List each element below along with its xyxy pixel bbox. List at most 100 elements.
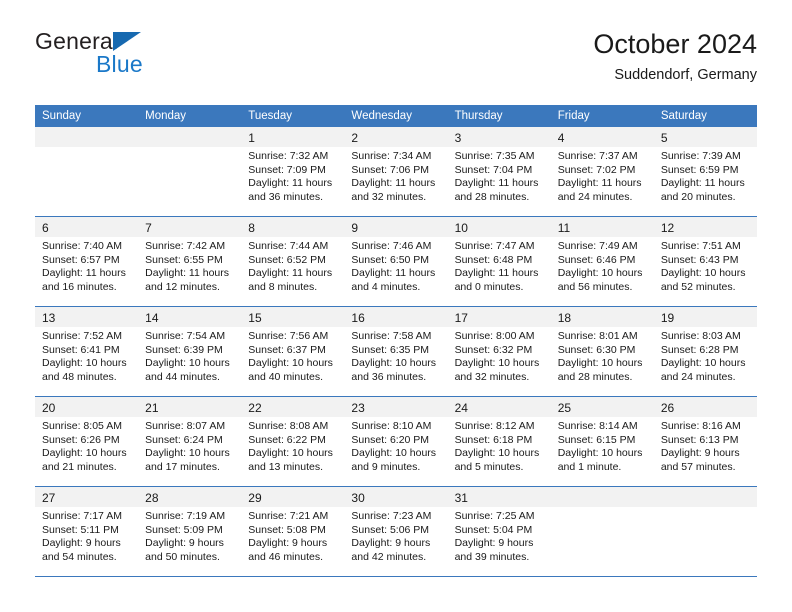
- calendar-day-cell[interactable]: 3 Sunrise: 7:35 AM Sunset: 7:04 PM Daylight…: [447, 127, 551, 217]
- calendar-day-cell[interactable]: 25 Sunrise: 8:14 AM Sunset: 6:15 PM Dayligh…: [550, 396, 654, 487]
- day-cell-inner: 11 Sunrise: 7:49 AM Sunset: 6:46 PM Dayligh…: [550, 217, 654, 306]
- calendar-day-cell[interactable]: 29 Sunrise: 7:21 AM Sunset: 5:08 PM Dayligh…: [241, 486, 345, 577]
- daylight-duration-line1: Daylight: 10 hours: [660, 357, 746, 370]
- calendar-day-cell[interactable]: 10 Sunrise: 7:47 AM Sunset: 6:48 PM Dayligh…: [447, 216, 551, 307]
- calendar-day-cell[interactable]: 26 Sunrise: 8:16 AM Sunset: 6:13 PM Dayligh…: [653, 396, 757, 487]
- day-number: 7: [138, 217, 242, 237]
- day-number: 30: [344, 487, 448, 507]
- day-cell-inner: [550, 487, 654, 576]
- calendar-day-cell[interactable]: 21 Sunrise: 8:07 AM Sunset: 6:24 PM Dayligh…: [138, 396, 242, 487]
- day-cell-inner: [138, 127, 242, 216]
- day-cell-inner: 23 Sunrise: 8:10 AM Sunset: 6:20 PM Dayligh…: [344, 397, 448, 486]
- calendar-day-cell[interactable]: 20 Sunrise: 8:05 AM Sunset: 6:26 PM Dayligh…: [35, 396, 139, 487]
- day-details: Sunrise: 7:54 AM Sunset: 6:39 PM Daylight:…: [138, 327, 241, 384]
- sunrise-time: Sunrise: 7:40 AM: [42, 240, 122, 252]
- daylight-duration-line2: and 21 minutes.: [42, 460, 117, 473]
- calendar-day-cell[interactable]: 24 Sunrise: 8:12 AM Sunset: 6:18 PM Dayligh…: [447, 396, 551, 487]
- daylight-duration-line2: and 32 minutes.: [351, 190, 427, 203]
- day-details: Sunrise: 7:47 AM Sunset: 6:48 PM Daylight:…: [448, 237, 551, 294]
- sunrise-time: Sunrise: 8:08 AM: [248, 420, 329, 432]
- day-details: Sunrise: 8:05 AM Sunset: 6:26 PM Daylight:…: [35, 417, 138, 474]
- calendar-day-cell[interactable]: 5 Sunrise: 7:39 AM Sunset: 6:59 PM Daylight…: [653, 127, 757, 217]
- calendar-day-cell[interactable]: 17 Sunrise: 8:00 AM Sunset: 6:32 PM Dayligh…: [447, 306, 551, 397]
- daylight-duration-line1: Daylight: 11 hours: [248, 267, 333, 280]
- daylight-duration-line1: Daylight: 10 hours: [248, 447, 333, 460]
- calendar-day-cell[interactable]: 28 Sunrise: 7:19 AM Sunset: 5:09 PM Dayligh…: [138, 486, 242, 577]
- day-details: Sunrise: 7:52 AM Sunset: 6:41 PM Daylight:…: [35, 327, 138, 384]
- sunset-time: Sunset: 6:39 PM: [145, 343, 223, 356]
- sunrise-time: Sunrise: 7:32 AM: [248, 150, 329, 162]
- calendar-day-cell[interactable]: 31 Sunrise: 7:25 AM Sunset: 5:04 PM Dayligh…: [447, 486, 551, 577]
- calendar-day-cell[interactable]: 11 Sunrise: 7:49 AM Sunset: 6:46 PM Dayligh…: [550, 216, 654, 307]
- daylight-duration-line1: Daylight: 9 hours: [454, 537, 534, 550]
- day-cell-inner: 16 Sunrise: 7:58 AM Sunset: 6:35 PM Dayligh…: [344, 307, 448, 396]
- day-cell-inner: 13 Sunrise: 7:52 AM Sunset: 6:41 PM Dayligh…: [35, 307, 139, 396]
- sunrise-time: Sunrise: 7:39 AM: [660, 150, 741, 162]
- sunrise-time: Sunrise: 7:34 AM: [351, 150, 432, 162]
- sunset-time: Sunset: 6:30 PM: [557, 343, 636, 356]
- day-number: 3: [447, 127, 551, 147]
- sunrise-time: Sunrise: 7:21 AM: [248, 510, 329, 522]
- weekday-header-tuesday: Tuesday: [241, 105, 345, 127]
- weekday-header-thursday: Thursday: [447, 105, 551, 127]
- day-details: Sunrise: 7:46 AM Sunset: 6:50 PM Daylight:…: [344, 237, 447, 294]
- general-blue-logo[interactable]: General Blue: [35, 28, 235, 88]
- calendar-day-cell[interactable]: 23 Sunrise: 8:10 AM Sunset: 6:20 PM Dayligh…: [344, 396, 448, 487]
- calendar-day-cell[interactable]: 30 Sunrise: 7:23 AM Sunset: 5:06 PM Dayligh…: [344, 486, 448, 577]
- day-cell-inner: 25 Sunrise: 8:14 AM Sunset: 6:15 PM Dayligh…: [550, 397, 654, 486]
- day-number: [550, 487, 654, 507]
- day-number: 20: [35, 397, 139, 417]
- day-number: 29: [241, 487, 345, 507]
- day-details: Sunrise: 7:40 AM Sunset: 6:57 PM Daylight:…: [35, 237, 138, 294]
- day-cell-inner: 21 Sunrise: 8:07 AM Sunset: 6:24 PM Dayligh…: [138, 397, 242, 486]
- daylight-duration-line1: Daylight: 9 hours: [660, 447, 740, 460]
- calendar-day-cell[interactable]: 22 Sunrise: 8:08 AM Sunset: 6:22 PM Dayligh…: [241, 396, 345, 487]
- calendar-week-row: 13 Sunrise: 7:52 AM Sunset: 6:41 PM Dayligh…: [35, 306, 757, 397]
- day-number: 9: [344, 217, 448, 237]
- calendar-day-cell[interactable]: 1 Sunrise: 7:32 AM Sunset: 7:09 PM Daylight…: [241, 127, 345, 217]
- day-number: 27: [35, 487, 139, 507]
- day-cell-inner: 15 Sunrise: 7:56 AM Sunset: 6:37 PM Dayligh…: [241, 307, 345, 396]
- calendar-day-cell[interactable]: 12 Sunrise: 7:51 AM Sunset: 6:43 PM Dayligh…: [653, 216, 757, 307]
- calendar-day-cell[interactable]: 9 Sunrise: 7:46 AM Sunset: 6:50 PM Daylight…: [344, 216, 448, 307]
- calendar-day-cell[interactable]: 2 Sunrise: 7:34 AM Sunset: 7:06 PM Daylight…: [344, 127, 448, 217]
- day-details: Sunrise: 7:44 AM Sunset: 6:52 PM Daylight:…: [241, 237, 344, 294]
- sunset-time: Sunset: 5:04 PM: [454, 523, 533, 536]
- calendar-day-cell[interactable]: 4 Sunrise: 7:37 AM Sunset: 7:02 PM Daylight…: [550, 127, 654, 217]
- day-number: 31: [447, 487, 551, 507]
- day-number: 26: [653, 397, 757, 417]
- day-cell-inner: 9 Sunrise: 7:46 AM Sunset: 6:50 PM Daylight…: [344, 217, 448, 306]
- calendar-day-cell[interactable]: 6 Sunrise: 7:40 AM Sunset: 6:57 PM Daylight…: [35, 216, 139, 307]
- sunrise-time: Sunrise: 7:52 AM: [42, 330, 122, 342]
- day-cell-inner: 5 Sunrise: 7:39 AM Sunset: 6:59 PM Daylight…: [653, 127, 757, 216]
- page-title: October 2024: [593, 29, 757, 59]
- daylight-duration-line2: and 8 minutes.: [248, 280, 318, 293]
- calendar-day-cell[interactable]: 18 Sunrise: 8:01 AM Sunset: 6:30 PM Dayligh…: [550, 306, 654, 397]
- calendar-day-cell[interactable]: 8 Sunrise: 7:44 AM Sunset: 6:52 PM Daylight…: [241, 216, 345, 307]
- calendar-day-cell[interactable]: 27 Sunrise: 7:17 AM Sunset: 5:11 PM Dayligh…: [35, 486, 139, 577]
- day-number: 14: [138, 307, 242, 327]
- day-details: Sunrise: 7:19 AM Sunset: 5:09 PM Daylight:…: [138, 507, 241, 564]
- calendar-day-cell[interactable]: 16 Sunrise: 7:58 AM Sunset: 6:35 PM Dayligh…: [344, 306, 448, 397]
- day-details: Sunrise: 7:17 AM Sunset: 5:11 PM Daylight:…: [35, 507, 138, 564]
- day-number: [138, 127, 242, 147]
- day-details: Sunrise: 7:23 AM Sunset: 5:06 PM Daylight:…: [344, 507, 447, 564]
- sunrise-time: Sunrise: 7:23 AM: [351, 510, 432, 522]
- day-details: Sunrise: 8:08 AM Sunset: 6:22 PM Daylight:…: [241, 417, 344, 474]
- sunset-time: Sunset: 7:04 PM: [454, 163, 533, 176]
- day-details: [138, 147, 241, 150]
- day-details: Sunrise: 7:39 AM Sunset: 6:59 PM Daylight:…: [654, 147, 757, 204]
- day-details: Sunrise: 7:49 AM Sunset: 6:46 PM Daylight:…: [551, 237, 654, 294]
- page-subtitle: Suddendorf, Germany: [614, 67, 757, 83]
- daylight-duration-line1: Daylight: 10 hours: [660, 267, 746, 280]
- calendar-day-cell[interactable]: 14 Sunrise: 7:54 AM Sunset: 6:39 PM Dayligh…: [138, 306, 242, 397]
- day-cell-inner: 20 Sunrise: 8:05 AM Sunset: 6:26 PM Dayligh…: [35, 397, 139, 486]
- calendar-day-cell[interactable]: 19 Sunrise: 8:03 AM Sunset: 6:28 PM Dayligh…: [653, 306, 757, 397]
- calendar-day-cell[interactable]: 7 Sunrise: 7:42 AM Sunset: 6:55 PM Daylight…: [138, 216, 242, 307]
- daylight-duration-line1: Daylight: 9 hours: [42, 537, 121, 550]
- daylight-duration-line2: and 42 minutes.: [351, 550, 427, 563]
- calendar-day-cell[interactable]: 15 Sunrise: 7:56 AM Sunset: 6:37 PM Dayligh…: [241, 306, 345, 397]
- daylight-duration-line2: and 12 minutes.: [145, 280, 220, 293]
- calendar-day-cell[interactable]: 13 Sunrise: 7:52 AM Sunset: 6:41 PM Dayligh…: [35, 306, 139, 397]
- calendar-week-row: 27 Sunrise: 7:17 AM Sunset: 5:11 PM Dayligh…: [35, 486, 757, 577]
